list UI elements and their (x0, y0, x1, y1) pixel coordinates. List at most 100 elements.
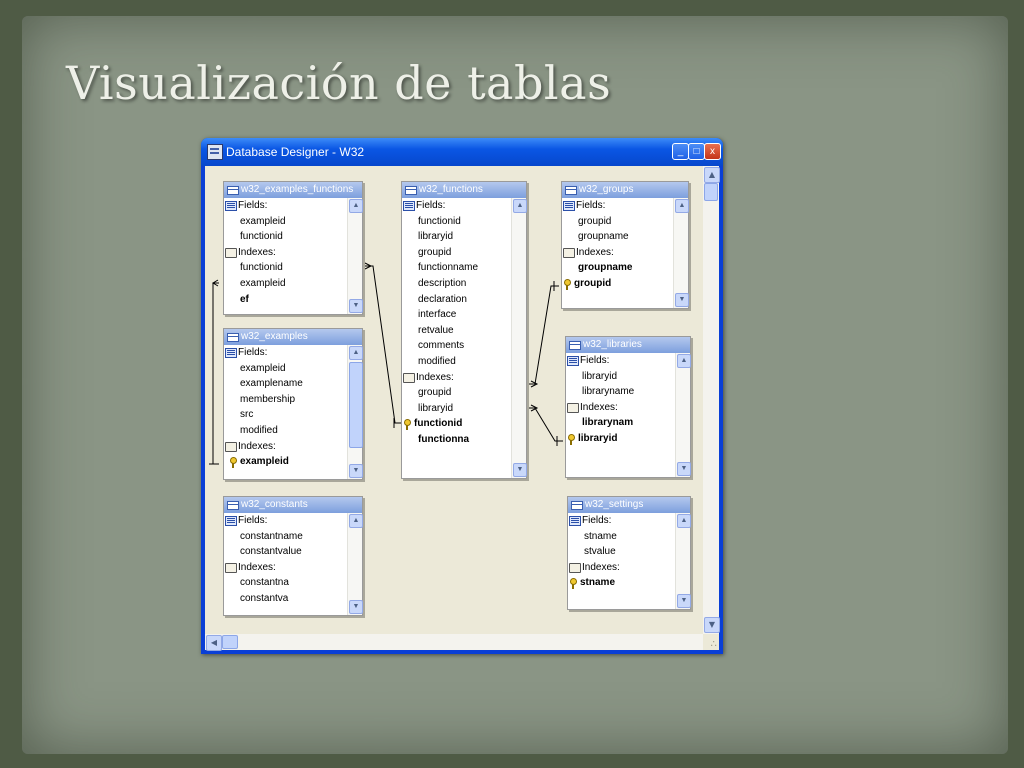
table-header[interactable]: w32_examples (224, 329, 362, 345)
fields-section: Fields: (224, 345, 362, 361)
scroll-down-icon[interactable]: ▼ (349, 464, 363, 478)
field-item[interactable]: groupid (562, 214, 688, 230)
field-item[interactable]: functionid (402, 214, 526, 230)
scroll-thumb[interactable] (349, 362, 363, 448)
field-item[interactable]: comments (402, 338, 526, 354)
key-icon (564, 278, 571, 290)
table-w32-examples[interactable]: w32_examples Fields: exampleid examplena… (223, 328, 363, 480)
table-scrollbar[interactable]: ▲ ▼ (675, 513, 691, 609)
table-w32-settings[interactable]: w32_settings Fields: stname stvalue Inde… (567, 496, 691, 610)
field-item[interactable]: groupid (402, 245, 526, 261)
primary-key-index[interactable]: stname (568, 575, 690, 591)
table-header[interactable]: w32_libraries (566, 337, 690, 353)
index-item[interactable]: functionna (402, 432, 526, 448)
scroll-left-icon[interactable]: ◀ (206, 635, 222, 651)
table-scrollbar[interactable]: ▲ ▼ (347, 513, 363, 615)
primary-key-index[interactable]: functionid (402, 416, 526, 432)
scroll-down-icon[interactable]: ▼ (677, 462, 691, 476)
primary-key-index[interactable]: libraryid (566, 431, 690, 447)
table-header[interactable]: w32_settings (568, 497, 690, 513)
scroll-up-icon[interactable]: ▲ (677, 354, 691, 368)
index-item[interactable]: libraryid (402, 401, 526, 417)
field-item[interactable]: libraryid (566, 369, 690, 385)
scroll-down-icon[interactable]: ▼ (704, 617, 720, 633)
canvas-horizontal-scrollbar[interactable]: ◀ (205, 634, 703, 651)
index-name: libraryid (578, 432, 618, 444)
table-icon (227, 186, 239, 195)
table-header[interactable]: w32_groups (562, 182, 688, 198)
field-item[interactable]: exampleid (224, 214, 362, 230)
field-item[interactable]: functionid (224, 229, 362, 245)
scroll-up-icon[interactable]: ▲ (349, 199, 363, 213)
field-item[interactable]: exampleid (224, 361, 362, 377)
table-header[interactable]: w32_examples_functions (224, 182, 362, 198)
table-w32-examples-functions[interactable]: w32_examples_functions Fields: exampleid… (223, 181, 363, 315)
horizontal-scroll-thumb[interactable] (222, 635, 238, 649)
table-header[interactable]: w32_functions (402, 182, 526, 198)
table-scrollbar[interactable]: ▲ ▼ (673, 198, 689, 308)
field-item[interactable]: description (402, 276, 526, 292)
designer-canvas[interactable]: w32_examples_functions Fields: exampleid… (205, 166, 703, 634)
scroll-up-icon[interactable]: ▲ (349, 346, 363, 360)
field-item[interactable]: constantvalue (224, 544, 362, 560)
close-button[interactable]: x (704, 143, 721, 160)
field-item[interactable]: libraryname (566, 384, 690, 400)
field-item[interactable]: modified (402, 354, 526, 370)
scroll-down-icon[interactable]: ▼ (677, 594, 691, 608)
index-item[interactable]: constantva (224, 591, 362, 607)
index-item[interactable]: ef (224, 292, 362, 308)
index-item[interactable]: groupid (402, 385, 526, 401)
index-item[interactable]: exampleid (224, 276, 362, 292)
scroll-up-icon[interactable]: ▲ (675, 199, 689, 213)
field-item[interactable]: groupname (562, 229, 688, 245)
scroll-up-icon[interactable]: ▲ (677, 514, 691, 528)
fields-section: Fields: (224, 198, 362, 214)
field-item[interactable]: examplename (224, 376, 362, 392)
table-scrollbar[interactable]: ▲ ▼ (347, 345, 363, 479)
maximize-button[interactable]: □ (688, 143, 705, 160)
field-item[interactable]: interface (402, 307, 526, 323)
vertical-scroll-thumb[interactable] (704, 183, 718, 201)
field-item[interactable]: libraryid (402, 229, 526, 245)
scroll-down-icon[interactable]: ▼ (675, 293, 689, 307)
index-item[interactable]: librarynam (566, 415, 690, 431)
field-item[interactable]: stname (568, 529, 690, 545)
scroll-down-icon[interactable]: ▼ (513, 463, 527, 477)
field-item[interactable]: membership (224, 392, 362, 408)
primary-key-index[interactable]: groupid (562, 276, 688, 292)
table-w32-groups[interactable]: w32_groups Fields: groupid groupname Ind… (561, 181, 689, 309)
index-item[interactable]: groupname (562, 260, 688, 276)
table-w32-constants[interactable]: w32_constants Fields: constantname const… (223, 496, 363, 616)
window-titlebar[interactable]: Database Designer - W32 _ □ x (201, 138, 723, 166)
field-item[interactable]: src (224, 407, 362, 423)
index-item[interactable]: constantna (224, 575, 362, 591)
field-item[interactable]: constantname (224, 529, 362, 545)
canvas-vertical-scrollbar[interactable]: ▲ ▼ (703, 166, 720, 634)
table-scrollbar[interactable]: ▲ ▼ (675, 353, 691, 477)
fields-label: Fields: (582, 515, 612, 526)
fields-section: Fields: (224, 513, 362, 529)
table-header[interactable]: w32_constants (224, 497, 362, 513)
fields-icon (225, 348, 237, 358)
table-w32-libraries[interactable]: w32_libraries Fields: libraryid libraryn… (565, 336, 691, 478)
table-w32-functions[interactable]: w32_functions Fields: functionid library… (401, 181, 527, 479)
scroll-up-icon[interactable]: ▲ (513, 199, 527, 213)
field-item[interactable]: retvalue (402, 323, 526, 339)
field-item[interactable]: modified (224, 423, 362, 439)
primary-key-index[interactable]: exampleid (224, 454, 362, 470)
table-scrollbar[interactable]: ▲ ▼ (347, 198, 363, 314)
indexes-book-icon (569, 562, 581, 573)
field-item[interactable]: functionname (402, 260, 526, 276)
fields-icon (563, 201, 575, 211)
minimize-button[interactable]: _ (672, 143, 689, 160)
scroll-up-icon[interactable]: ▲ (349, 514, 363, 528)
scroll-up-icon[interactable]: ▲ (704, 167, 720, 183)
size-grip-icon[interactable]: ∴ (703, 634, 719, 650)
scroll-down-icon[interactable]: ▼ (349, 299, 363, 313)
relation-line-groupid (528, 285, 559, 385)
field-item[interactable]: declaration (402, 292, 526, 308)
index-item[interactable]: functionid (224, 260, 362, 276)
field-item[interactable]: stvalue (568, 544, 690, 560)
scroll-down-icon[interactable]: ▼ (349, 600, 363, 614)
table-scrollbar[interactable]: ▲ ▼ (511, 198, 527, 478)
